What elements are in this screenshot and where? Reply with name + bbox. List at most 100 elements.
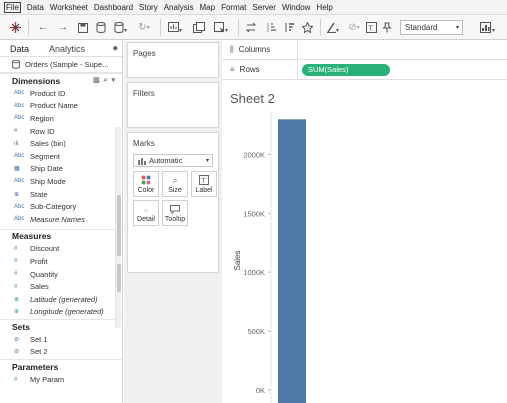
field-label: My Param <box>30 375 65 385</box>
rows-icon: ≡ <box>230 65 235 74</box>
measures-scrollbar[interactable] <box>115 256 121 328</box>
pages-card-title: Pages <box>133 49 156 58</box>
bar-chart-icon <box>138 157 146 165</box>
menu-item-worksheet[interactable]: Worksheet <box>50 3 88 12</box>
field-type-icon: ⊕ <box>14 191 20 198</box>
size-button[interactable]: ⌕ Size <box>162 171 188 197</box>
forward-icon[interactable]: → <box>56 20 70 35</box>
parameter-field[interactable]: # My Param <box>0 373 122 386</box>
set-field[interactable]: ⊘ Set 1 <box>0 333 122 346</box>
dimension-field[interactable]: Abc Product ID <box>0 87 122 100</box>
measure-field[interactable]: # Profit <box>0 255 122 268</box>
columns-shelf[interactable]: ⫼ Columns <box>222 40 507 60</box>
measure-field[interactable]: # Discount <box>0 243 122 256</box>
back-icon[interactable]: ← <box>36 20 50 35</box>
menu-item-help[interactable]: Help <box>316 3 332 12</box>
pane-menu-icon[interactable]: ◆ <box>113 44 118 52</box>
tableau-logo-icon[interactable] <box>8 20 22 35</box>
dimension-field[interactable]: ⊕ State <box>0 188 122 201</box>
size-icon: ⌕ <box>172 175 178 185</box>
measure-field[interactable]: # Quantity <box>0 268 122 281</box>
dimensions-scrollbar[interactable] <box>115 127 121 277</box>
show-labels-icon[interactable]: T <box>364 20 378 35</box>
tab-analytics[interactable]: Analytics <box>39 41 95 57</box>
save-icon[interactable] <box>76 20 90 35</box>
dimension-field[interactable]: Abc Segment <box>0 150 122 163</box>
bar-mark[interactable] <box>278 119 306 403</box>
dimension-field[interactable]: Abc Ship Mode <box>0 175 122 188</box>
menu-item-data[interactable]: Data <box>27 3 44 12</box>
refresh-icon[interactable]: ↻ ▾ <box>134 20 154 35</box>
y-tick-label: 500K <box>247 327 265 336</box>
new-worksheet-icon[interactable]: ▾ <box>166 20 186 35</box>
measure-field[interactable]: ⊕ Longitude (generated) <box>0 306 122 319</box>
menu-item-story[interactable]: Story <box>139 3 158 12</box>
sort-ascending-icon[interactable] <box>264 20 278 35</box>
field-type-icon: Abc <box>14 178 25 185</box>
menu-item-server[interactable]: Server <box>252 3 276 12</box>
dimension-field[interactable]: Abc Sub-Category <box>0 200 122 213</box>
datasource-icon <box>12 60 20 69</box>
dimension-field[interactable]: ▦ Ship Date <box>0 163 122 176</box>
menu-item-dashboard[interactable]: Dashboard <box>94 3 133 12</box>
duplicate-sheet-icon[interactable] <box>192 20 206 35</box>
menu-item-map[interactable]: Map <box>200 3 216 12</box>
pages-card[interactable]: Pages <box>127 42 219 78</box>
fit-select[interactable]: Standard ▾ <box>400 20 463 35</box>
menu-item-analysis[interactable]: Analysis <box>164 3 194 12</box>
tab-data[interactable]: Data <box>0 41 39 57</box>
annotate-pen-icon[interactable]: ▾ <box>326 20 342 35</box>
y-tick-label: 2000K <box>243 150 265 159</box>
measure-field[interactable]: # Sales <box>0 280 122 293</box>
dimension-field[interactable]: # Row ID <box>0 125 122 138</box>
swap-rows-columns-icon[interactable] <box>244 20 258 35</box>
label-button-label: Label <box>195 187 213 194</box>
color-button[interactable]: Color <box>133 171 159 197</box>
dimensions-scrollbar-thumb[interactable] <box>117 195 121 265</box>
y-axis-label: Sales <box>233 250 242 270</box>
datasource-name: Orders (Sample - Supe... <box>25 60 109 69</box>
tooltip-button[interactable]: Tooltip <box>162 200 188 226</box>
label-icon: T <box>199 175 209 185</box>
detail-button[interactable]: ⁘ Detail <box>133 200 159 226</box>
clear-sheet-icon[interactable]: ▾ <box>212 20 232 35</box>
sum-sales-pill[interactable]: SUM(Sales) <box>302 63 390 76</box>
cards-pane: Pages Filters Marks Automatic ▾ Color ⌕ … <box>124 41 222 403</box>
rows-shelf[interactable]: ≡ Rows SUM(Sales) <box>222 60 507 80</box>
attach-icon[interactable]: ⊘ ▾ <box>346 20 362 35</box>
sort-descending-icon[interactable] <box>282 20 296 35</box>
measures-header: Measures <box>0 228 122 243</box>
pause-updates-icon[interactable]: ▾ <box>112 20 130 35</box>
field-label: State <box>30 189 48 199</box>
dimension-field[interactable]: ılı Sales (bin) <box>0 137 122 150</box>
dimension-field[interactable]: Abc Measure Names <box>0 213 122 226</box>
fit-select-value: Standard <box>405 23 438 32</box>
sets-header: Sets <box>0 319 122 333</box>
field-label: Region <box>30 113 54 123</box>
menu-item-format[interactable]: Format <box>221 3 246 12</box>
dimensions-tools-icon[interactable]: ▥ ⌕ ▾ <box>93 76 116 85</box>
measure-field[interactable]: ⊕ Latitude (generated) <box>0 293 122 306</box>
set-field[interactable]: ⊘ Set 2 <box>0 346 122 359</box>
field-type-icon: # <box>14 283 18 290</box>
field-type-icon: # <box>14 376 18 383</box>
datasource-item[interactable]: Orders (Sample - Supe... <box>0 57 122 73</box>
tooltip-icon <box>170 205 180 214</box>
field-label: Ship Mode <box>30 176 66 186</box>
dimension-field[interactable]: Abc Product Name <box>0 100 122 113</box>
menu-item-file[interactable]: File <box>4 1 21 13</box>
field-label: Set 1 <box>30 334 48 344</box>
mark-type-select[interactable]: Automatic ▾ <box>133 154 213 167</box>
field-type-icon: Abc <box>14 90 25 97</box>
columns-icon: ⫼ <box>230 44 234 54</box>
label-button[interactable]: T Label <box>191 171 217 197</box>
dimensions-title: Dimensions <box>12 75 61 86</box>
filters-card[interactable]: Filters <box>127 82 219 128</box>
show-me-icon[interactable]: ▾ <box>478 20 500 35</box>
new-datasource-icon[interactable] <box>94 20 108 35</box>
menu-item-window[interactable]: Window <box>282 3 310 12</box>
measures-scrollbar-thumb[interactable] <box>117 264 121 292</box>
pin-icon[interactable] <box>380 20 394 35</box>
dimension-field[interactable]: Abc Region <box>0 112 122 125</box>
highlight-icon[interactable] <box>300 20 314 35</box>
